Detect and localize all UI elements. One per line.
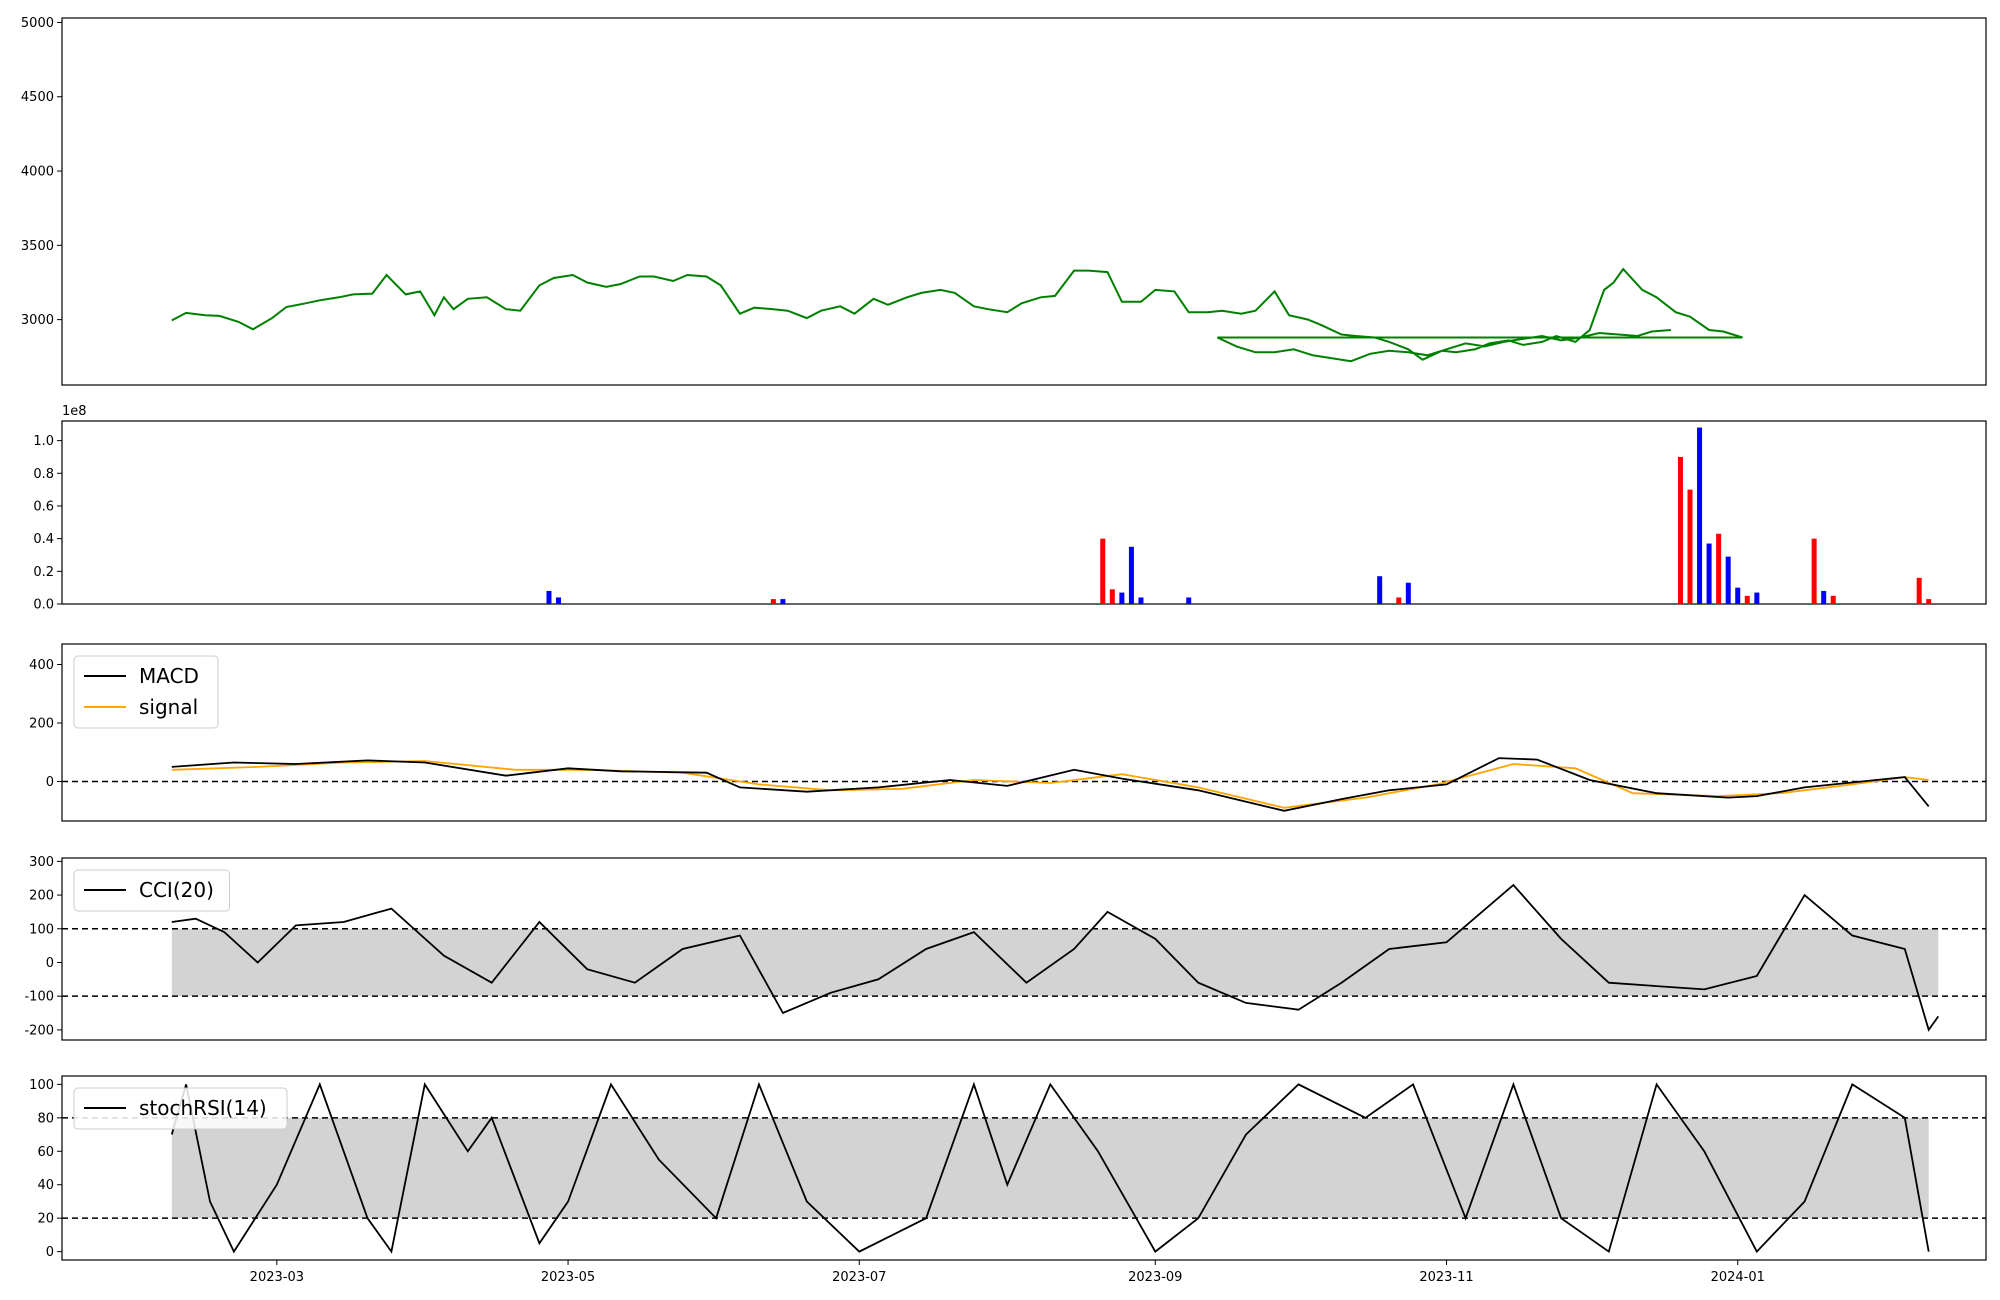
- stochrsi-panel-ytick-label: 60: [37, 1145, 54, 1160]
- volume-bar: [1687, 489, 1693, 604]
- volume-bar: [1811, 538, 1817, 604]
- chart-figure: 300035004000450050000.00.20.40.60.81.01e…: [21, 16, 1987, 1285]
- volume-bar: [1138, 597, 1144, 604]
- stochrsi-panel-ytick-label: 0: [46, 1245, 54, 1260]
- macd-panel-ytick-label: 0: [46, 775, 54, 790]
- volume-bar: [1697, 427, 1703, 604]
- volume-bar: [1830, 595, 1836, 604]
- volume-panel-ytick-label: 0.0: [33, 598, 54, 613]
- volume-bar: [1926, 599, 1932, 604]
- price-panel-ytick-label: 5000: [21, 16, 54, 31]
- price-panel-ytick-label: 4000: [21, 165, 54, 180]
- macd-panel-legend-label: signal: [139, 695, 198, 719]
- volume-bar: [1821, 590, 1827, 604]
- volume-bar: [1396, 597, 1402, 604]
- stochrsi-band: [171, 1117, 1929, 1219]
- volume-bar: [1677, 456, 1683, 604]
- macd-panel-frame: [61, 643, 1987, 822]
- x-tick-label: 2024-01: [1711, 1270, 1765, 1285]
- cci-panel-ytick-label: 300: [29, 855, 54, 870]
- cci-panel-legend-label: CCI(20): [139, 878, 214, 902]
- cci-panel-ytick-label: 200: [29, 889, 54, 904]
- price-line: [171, 267, 1743, 363]
- volume-bar: [1725, 556, 1731, 604]
- volume-panel-ytick-label: 0.4: [33, 532, 54, 547]
- price-panel-ytick-label: 3500: [21, 239, 54, 254]
- volume-bar: [770, 599, 776, 604]
- x-tick-label: 2023-07: [832, 1270, 886, 1285]
- price-panel-ytick-label: 3000: [21, 313, 54, 328]
- volume-panel-ytick-label: 0.8: [33, 467, 54, 482]
- macd-panel-ytick-label: 200: [29, 716, 54, 731]
- volume-bar: [1109, 589, 1115, 604]
- signal-line: [171, 760, 1929, 809]
- volume-bar: [1754, 592, 1760, 604]
- macd-line: [171, 757, 1930, 812]
- macd-panel-legend-label: MACD: [139, 664, 199, 688]
- volume-panel-ytick-label: 0.2: [33, 565, 54, 580]
- volume-panel-ytick-label: 1.0: [33, 434, 54, 449]
- stochrsi-panel-ytick-label: 100: [29, 1078, 54, 1093]
- macd-panel-ytick-label: 400: [29, 658, 54, 673]
- volume-scale-label: 1e8: [62, 404, 87, 419]
- stochrsi-panel-legend-label: stochRSI(14): [139, 1096, 267, 1120]
- cci-panel-ytick-label: 0: [46, 956, 54, 971]
- price-panel-frame: [61, 17, 1987, 386]
- x-tick-label: 2023-05: [541, 1270, 595, 1285]
- volume-bar: [1405, 582, 1411, 604]
- volume-bar: [1916, 577, 1922, 604]
- cci-panel-ytick-label: -100: [24, 990, 54, 1005]
- x-tick-label: 2023-03: [250, 1270, 304, 1285]
- volume-bar: [1128, 546, 1134, 604]
- stochrsi-panel-ytick-label: 40: [37, 1178, 54, 1193]
- volume-bar: [1735, 587, 1741, 604]
- volume-bar: [1716, 533, 1722, 604]
- volume-bar: [1186, 597, 1192, 604]
- volume-bar: [1706, 543, 1712, 604]
- volume-bar: [780, 599, 786, 604]
- cci-panel-ytick-label: -200: [24, 1023, 54, 1038]
- volume-panel-ytick-label: 0.6: [33, 499, 54, 514]
- x-tick-label: 2023-11: [1419, 1270, 1473, 1285]
- stochrsi-panel-ytick-label: 80: [37, 1111, 54, 1126]
- volume-bar: [1744, 595, 1750, 604]
- volume-bar: [546, 590, 552, 604]
- volume-bar: [1119, 592, 1125, 604]
- price-panel-ytick-label: 4500: [21, 90, 54, 105]
- x-tick-label: 2023-09: [1128, 1270, 1182, 1285]
- volume-bar: [1100, 538, 1106, 604]
- stochrsi-panel-ytick-label: 20: [37, 1212, 54, 1227]
- volume-bar: [556, 597, 562, 604]
- volume-bar: [1377, 576, 1383, 604]
- cci-panel-ytick-label: 100: [29, 922, 54, 937]
